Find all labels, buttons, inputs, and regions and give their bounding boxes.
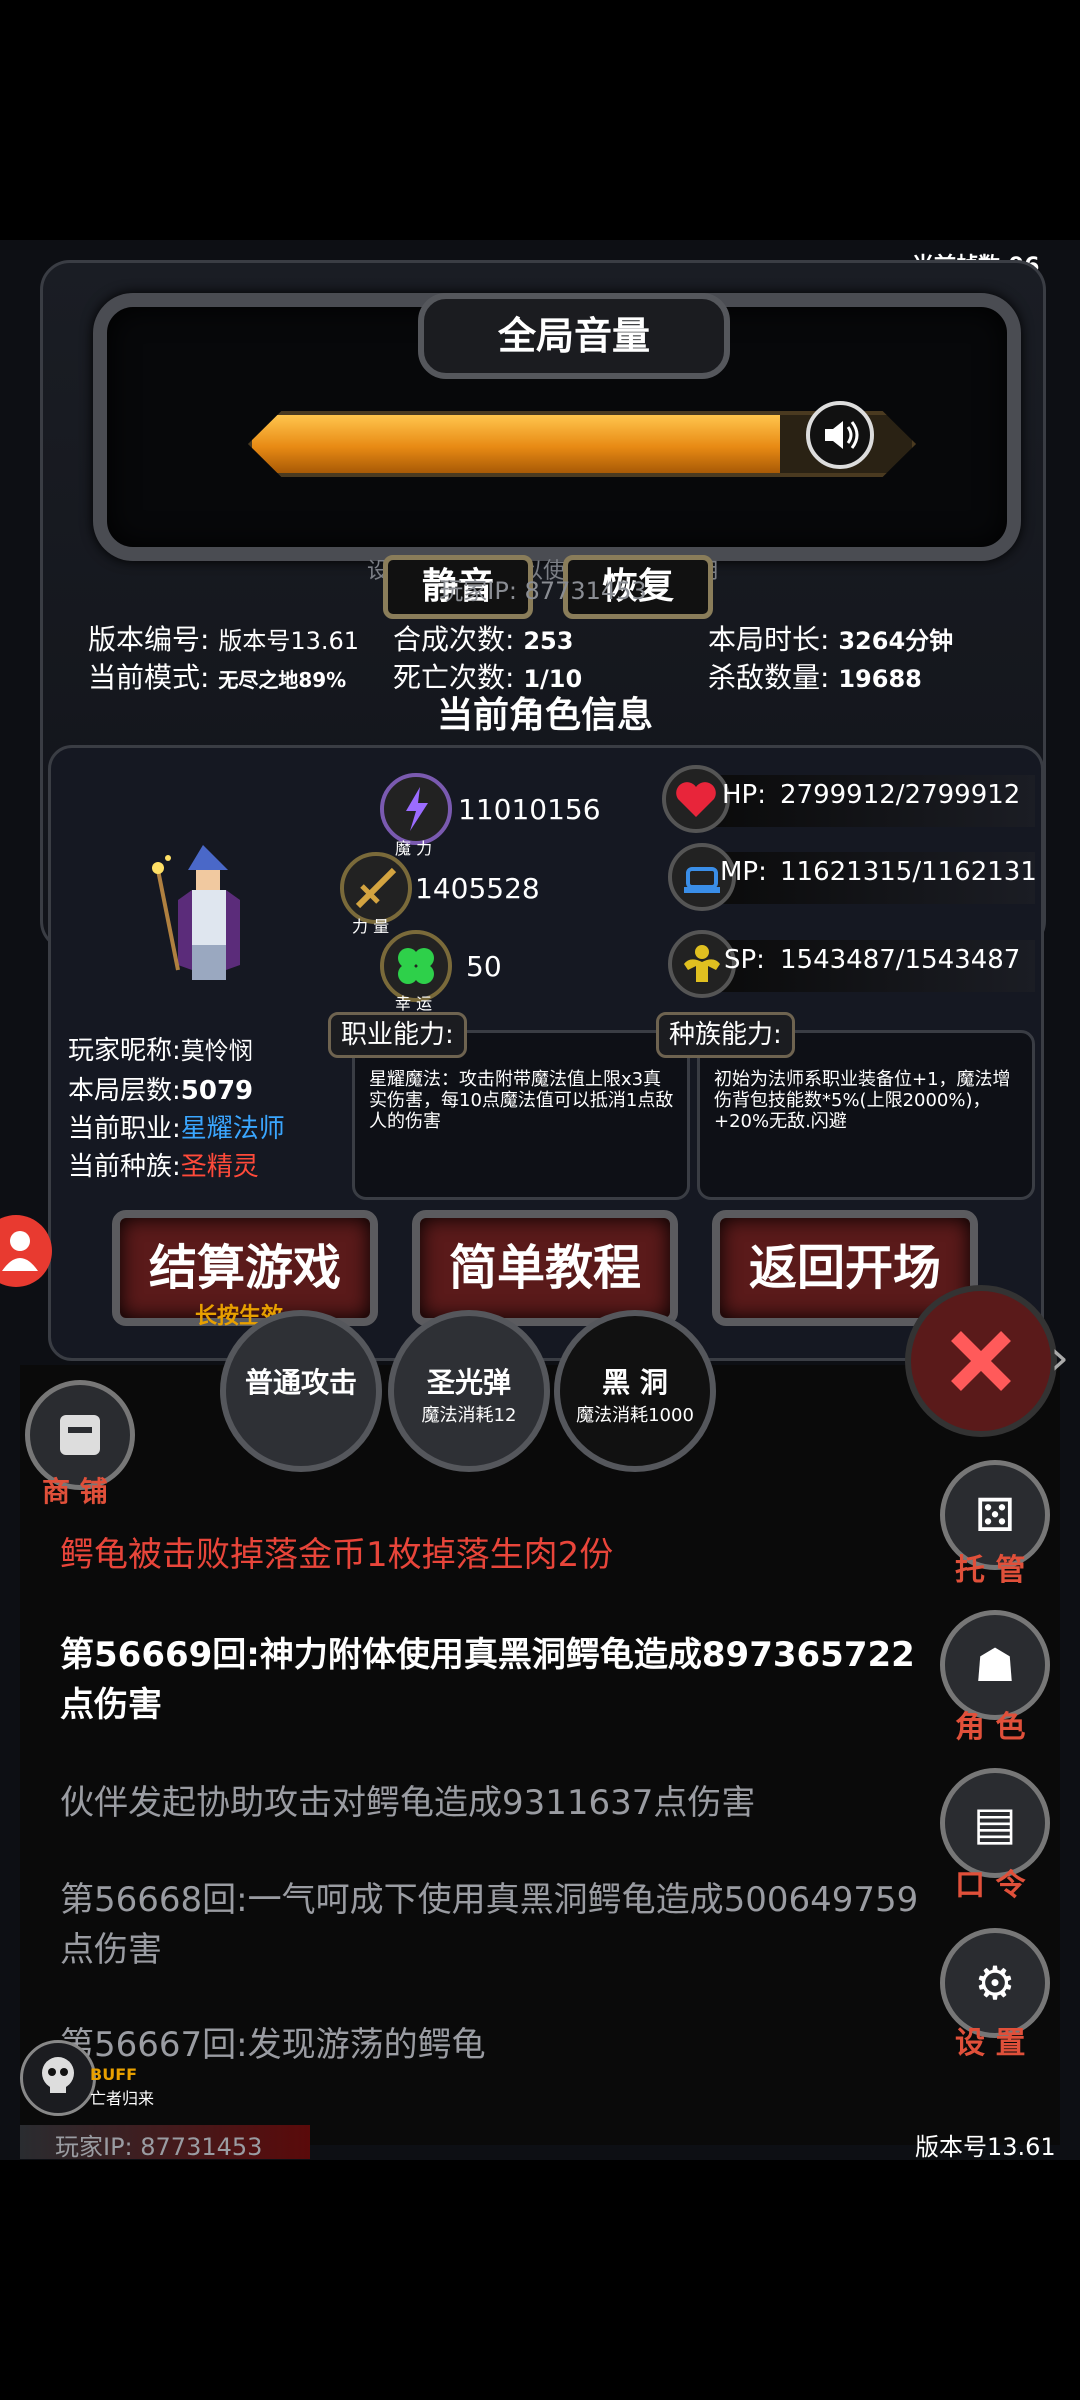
character-section-title: 当前角色信息 bbox=[436, 695, 653, 736]
mp-label: MP: bbox=[720, 857, 767, 887]
nickname-value: 莫怜悯 bbox=[180, 1037, 253, 1065]
volume-fill bbox=[252, 415, 780, 473]
race-label: 当前种族: bbox=[68, 1152, 181, 1182]
game-area: 当前帧数:96 全局音量 设置静音时候可以使用后台音频应用 静音 恢复 玩家IP… bbox=[0, 240, 1080, 2161]
floor-label: 本局层数: bbox=[68, 1076, 181, 1106]
player-ip: 玩家IP: 87731453 bbox=[439, 577, 647, 605]
duration-value: 3264分钟 bbox=[838, 627, 954, 655]
chevron-right-icon[interactable]: › bbox=[1050, 1330, 1069, 1386]
skill-name: 圣光弹 bbox=[426, 1366, 511, 1399]
luck-caption: 幸 运 bbox=[395, 994, 433, 1013]
craft-label: 合成次数: bbox=[393, 623, 515, 656]
settings-label: 设 置 bbox=[955, 2026, 1026, 2061]
log-line-2: 第56669回:神力附体使用真黑洞鳄龟造成897365722点伤害 bbox=[60, 1635, 915, 1725]
class-label: 当前职业: bbox=[68, 1114, 181, 1144]
skill-black-hole[interactable]: 黑 洞 魔法消耗1000 bbox=[554, 1310, 716, 1472]
shop-label: 商 铺 bbox=[42, 1475, 108, 1508]
class-ability-title: 职业能力: bbox=[328, 1012, 467, 1058]
race-ability-text: 初始为法师系职业装备位+1，魔法增伤背包技能数*5%(上限2000%)，+20%… bbox=[714, 1069, 1011, 1132]
close-icon[interactable] bbox=[905, 1285, 1057, 1437]
footer-version: 版本号13.61 bbox=[915, 2133, 1056, 2161]
strength-value: 1405528 bbox=[415, 872, 540, 905]
skull-icon[interactable] bbox=[20, 2040, 96, 2116]
craft-value: 253 bbox=[523, 627, 574, 655]
floor-line: 本局层数:5079 bbox=[68, 1070, 253, 1107]
wizard-avatar bbox=[148, 840, 268, 990]
magic-value: 11010156 bbox=[458, 793, 601, 826]
version-stat: 版本编号: 版本号13.61 bbox=[88, 618, 359, 658]
code-label: 口 令 bbox=[955, 1868, 1026, 1903]
version-value: 版本号13.61 bbox=[218, 627, 360, 655]
class-ability-text: 星耀魔法：攻击附带魔法值上限x3真实伤害，每10点魔法值可以抵消1点敌人的伤害 bbox=[369, 1069, 674, 1132]
luck-value: 50 bbox=[466, 950, 502, 983]
tutorial-button[interactable]: 简单教程 bbox=[412, 1210, 678, 1326]
craft-stat: 合成次数: 253 bbox=[393, 618, 573, 658]
class-line: 当前职业:星耀法师 bbox=[68, 1108, 285, 1145]
role-label: 角 色 bbox=[955, 1710, 1026, 1745]
race-line: 当前种族:圣精灵 bbox=[68, 1146, 259, 1183]
race-value: 圣精灵 bbox=[180, 1152, 259, 1182]
mp-value: 11621315/1162131 bbox=[780, 857, 1035, 887]
auto-label: 托 管 bbox=[955, 1553, 1026, 1588]
hp-label: HP: bbox=[722, 780, 766, 810]
buff-name: 亡者归来 bbox=[90, 2089, 155, 2108]
duration-stat: 本局时长: 3264分钟 bbox=[708, 618, 953, 658]
sp-label: SP: bbox=[724, 945, 765, 975]
race-ability-title: 种族能力: bbox=[656, 1012, 795, 1058]
speaker-icon[interactable] bbox=[806, 401, 874, 469]
heart-icon bbox=[662, 765, 730, 833]
class-value: 星耀法师 bbox=[180, 1114, 285, 1144]
duration-label: 本局时长: bbox=[708, 623, 830, 656]
sp-value: 1543487/1543487 bbox=[780, 945, 1021, 975]
buff-title: BUFF bbox=[90, 2065, 138, 2084]
log-line-5: 第56667回:发现游荡的鳄龟 bbox=[60, 2025, 486, 2065]
volume-title: 全局音量 bbox=[418, 293, 730, 379]
floor-value: 5079 bbox=[180, 1076, 254, 1106]
footer-ip: 玩家IP: 87731453 bbox=[55, 2133, 263, 2161]
nickname-label: 玩家昵称: bbox=[68, 1036, 181, 1066]
nickname-line: 玩家昵称:莫怜悯 bbox=[68, 1030, 253, 1067]
log-line-1: 鳄龟被击败掉落金币1枚掉落生肉2份 bbox=[60, 1535, 614, 1575]
log-line-4: 第56668回:一气呵成下使用真黑洞鳄龟造成500649759点伤害 bbox=[60, 1880, 919, 1970]
version-label: 版本编号: bbox=[88, 623, 210, 656]
skill-name: 黑 洞 bbox=[602, 1366, 668, 1399]
skill-name: 普通攻击 bbox=[244, 1366, 357, 1399]
skill-cost: 魔法消耗1000 bbox=[576, 1405, 694, 1426]
skill-holy-bolt[interactable]: 圣光弹 魔法消耗12 bbox=[388, 1310, 550, 1472]
skill-cost: 魔法消耗12 bbox=[421, 1405, 517, 1426]
log-line-3: 伙伴发起协助攻击对鳄龟造成9311637点伤害 bbox=[60, 1783, 756, 1823]
skill-normal-attack[interactable]: 普通攻击 bbox=[220, 1310, 382, 1472]
user-badge-icon[interactable] bbox=[0, 1215, 52, 1287]
hp-value: 2799912/2799912 bbox=[780, 780, 1021, 810]
